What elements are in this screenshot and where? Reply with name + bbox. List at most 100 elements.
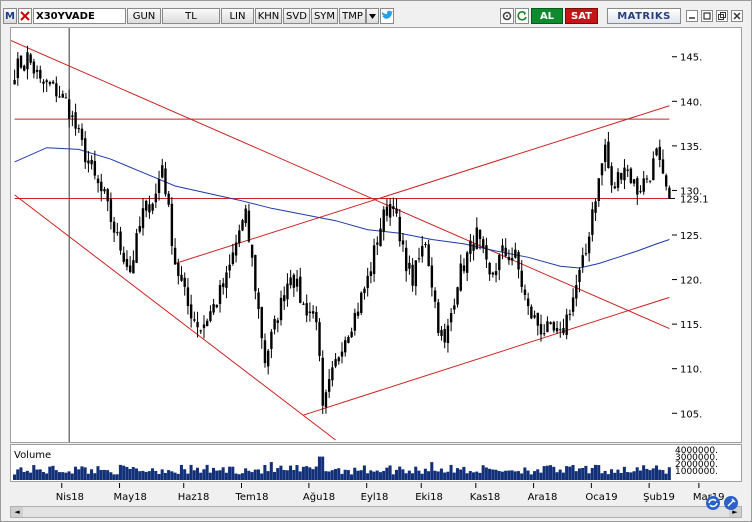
x-tick-label: Haz18 [178, 492, 210, 503]
currency-button[interactable]: TL [162, 8, 220, 24]
symbol-field[interactable]: X30YVADE [33, 8, 126, 24]
brand-label: MATRIKS [607, 8, 681, 24]
volume-bar [237, 474, 241, 480]
sell-button[interactable]: SAT [565, 8, 598, 24]
candle-body [164, 168, 167, 195]
candle-body [565, 314, 568, 335]
candle-body [414, 260, 418, 287]
candle-body [64, 97, 68, 99]
template-button[interactable]: TMP [339, 8, 366, 24]
candle-body [642, 178, 645, 192]
candle-body [90, 159, 93, 165]
volume-bar [484, 467, 488, 480]
x-tick-label: Nis18 [56, 492, 84, 503]
volume-bar [54, 470, 58, 480]
volume-bar [160, 469, 164, 480]
candle-body [19, 55, 23, 68]
candle-body [283, 295, 286, 302]
candle-body [45, 80, 48, 83]
tools-icon[interactable] [723, 495, 739, 511]
maximize-icon[interactable] [701, 10, 713, 22]
volume-bar [38, 469, 42, 480]
volume-bar [574, 471, 578, 480]
candle-body [167, 193, 170, 205]
volume-bar [552, 466, 556, 480]
x-tick-label: Oca19 [585, 492, 617, 503]
volume-bar [202, 469, 206, 480]
volume-bar [577, 468, 581, 480]
candle-body [215, 304, 219, 308]
volume-chart[interactable]: Volume 4000000.3000000.2000000.1000000. [11, 445, 741, 481]
scroll-left-button[interactable]: ◄ [11, 507, 23, 517]
volume-bar [16, 469, 20, 480]
volume-bar [471, 472, 476, 480]
price-chart[interactable]: 105.110.115.120.125.130.135.140.145.129.… [11, 28, 741, 442]
candle-body [93, 161, 97, 176]
candle-body [199, 330, 202, 332]
symbol-clear-icon[interactable] [18, 8, 32, 24]
restore-icon[interactable] [716, 10, 728, 22]
price-panel[interactable]: 105. 110. 115. 120. 125. 130. 135. 140. 145. 129.… [10, 27, 742, 443]
volume-bar [407, 470, 411, 480]
candle-body [295, 278, 299, 287]
volume-bar [423, 468, 427, 480]
volume-bar [661, 470, 665, 480]
candle-body [132, 260, 135, 274]
candle-body [337, 357, 340, 362]
horizontal-scrollbar[interactable]: ◄ ► [10, 506, 742, 518]
volume-bar [394, 469, 399, 480]
candle-body [154, 193, 158, 203]
volume-bar [635, 467, 639, 480]
volume-bar [106, 470, 110, 480]
volume-bar [350, 474, 354, 480]
candle-body [636, 178, 639, 195]
refresh-icon[interactable] [515, 8, 529, 24]
volume-bar [619, 472, 623, 480]
volume-bar [212, 467, 216, 480]
candle-body [520, 270, 523, 287]
volume-bar [99, 470, 103, 480]
candle-body [315, 311, 318, 323]
candle-body [263, 340, 267, 364]
twitter-icon[interactable] [380, 8, 394, 24]
candle-body [501, 245, 504, 252]
candle-body [478, 229, 482, 240]
buy-button[interactable]: AL [531, 8, 563, 24]
candle-body [273, 318, 276, 330]
candle-body [311, 311, 315, 314]
candle-body [112, 221, 116, 233]
settings-icon[interactable] [500, 8, 514, 24]
candle-body [526, 298, 530, 307]
candle-body [42, 81, 45, 84]
candle-body [581, 255, 584, 267]
volume-bar [77, 469, 81, 480]
line-type-button[interactable]: LIN [221, 8, 254, 24]
candle-body [148, 204, 151, 213]
candle-body [411, 264, 414, 286]
matriks-logo[interactable]: M [3, 8, 17, 24]
candle-body [658, 146, 661, 161]
sym-button[interactable]: SYM [311, 8, 338, 24]
minimize-icon[interactable] [686, 10, 698, 22]
volume-panel[interactable]: Volume 4000000. 3000000. 2000000. 1000000. [10, 444, 742, 482]
candle-body [382, 209, 385, 232]
candle-body [308, 311, 312, 313]
volume-bar [321, 456, 325, 480]
candle-body [234, 242, 238, 256]
khn-button[interactable]: KHN [255, 8, 282, 24]
close-icon[interactable] [731, 10, 743, 22]
volume-bar [301, 466, 305, 480]
svd-button[interactable]: SVD [283, 8, 310, 24]
volume-bar [118, 464, 122, 480]
template-dropdown-icon[interactable] [366, 8, 379, 24]
moving-average-line [14, 147, 670, 269]
candle-body [106, 189, 109, 202]
candle-body [247, 210, 251, 242]
volume-bar [25, 470, 29, 480]
sync-icon[interactable] [705, 495, 721, 511]
candle-body [591, 209, 594, 235]
candle-body [250, 244, 254, 258]
period-button[interactable]: GUN [127, 8, 161, 24]
candle-body [225, 272, 228, 288]
volume-bar [626, 472, 630, 480]
